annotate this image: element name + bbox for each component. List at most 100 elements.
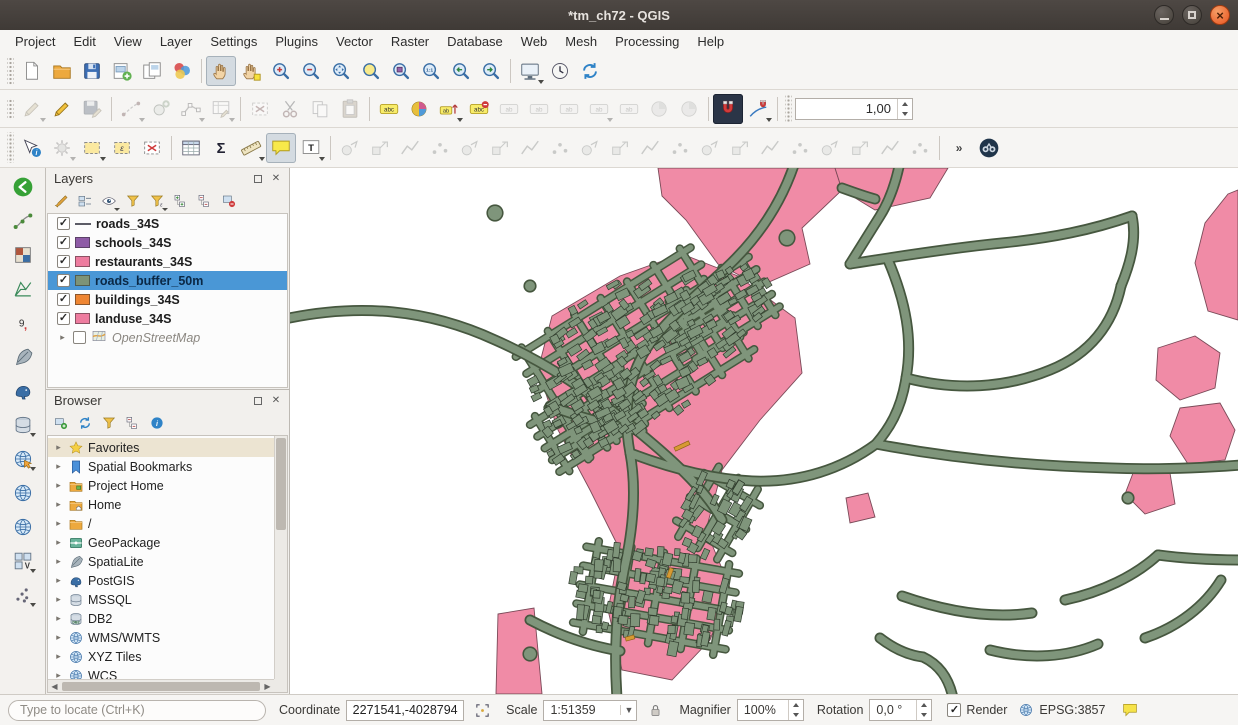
layer-item-roads_buffer_50m[interactable]: ✓roads_buffer_50m <box>48 271 287 290</box>
lock-scale-button[interactable] <box>645 700 666 721</box>
layer-visibility-checkbox[interactable]: ✓ <box>57 255 70 268</box>
toolbar-grip[interactable] <box>7 57 14 85</box>
collapse-all-button[interactable] <box>194 190 216 212</box>
expander-icon[interactable]: ▸ <box>57 332 68 343</box>
open-attribute-table-button[interactable] <box>176 133 206 163</box>
horizontal-scrollbar[interactable]: ◀ ▶ <box>48 679 274 692</box>
layer-visibility-checkbox[interactable]: ✓ <box>57 274 70 287</box>
add-delimited-text-layer-button[interactable]: 9, <box>9 309 37 337</box>
snapping-scale-spinbox[interactable]: 1,00 <box>795 98 913 120</box>
scrollbar-thumb[interactable] <box>276 438 286 530</box>
toolbar-grip[interactable] <box>7 98 14 120</box>
layer-visibility-checkbox[interactable]: ✓ <box>57 217 70 230</box>
menu-layer[interactable]: Layer <box>151 31 202 52</box>
pin-labels-button[interactable]: ab <box>434 94 464 124</box>
chevron-down-icon[interactable]: ▼ <box>620 705 636 715</box>
temporal-controller-button[interactable] <box>545 56 575 86</box>
expander-icon[interactable]: ▸ <box>53 556 64 567</box>
new-print-layout-button[interactable] <box>107 56 137 86</box>
layout-manager-button[interactable] <box>137 56 167 86</box>
filter-legend-button[interactable] <box>122 190 144 212</box>
crs-globe-icon[interactable] <box>1015 700 1036 721</box>
layer-item-landuse_34S[interactable]: ✓landuse_34S <box>48 309 287 328</box>
add-wfs-layer-button[interactable] <box>9 479 37 507</box>
menu-view[interactable]: View <box>105 31 151 52</box>
menu-plugins[interactable]: Plugins <box>266 31 327 52</box>
menu-mesh[interactable]: Mesh <box>556 31 606 52</box>
menu-processing[interactable]: Processing <box>606 31 688 52</box>
open-layer-styling-button[interactable] <box>50 190 72 212</box>
identify-features-button[interactable]: i <box>17 133 47 163</box>
manage-map-themes-button[interactable] <box>98 190 120 212</box>
toolbar-grip[interactable] <box>785 94 792 123</box>
layer-item-OpenStreetMap[interactable]: ▸OpenStreetMap <box>48 328 287 347</box>
expander-icon[interactable]: ▸ <box>53 480 64 491</box>
deselect-features-button[interactable] <box>137 133 167 163</box>
locate-input[interactable] <box>8 700 266 721</box>
minimize-button[interactable] <box>1154 5 1174 25</box>
expander-icon[interactable]: ▸ <box>53 461 64 472</box>
spin-up-button[interactable] <box>789 700 803 710</box>
spin-down-button[interactable] <box>917 710 931 720</box>
layer-visibility-checkbox[interactable]: ✓ <box>57 236 70 249</box>
layer-labeling-options-button[interactable]: abc <box>374 94 404 124</box>
scale-combo[interactable]: 1:51359 ▼ <box>543 700 637 721</box>
map-canvas[interactable] <box>290 168 1238 694</box>
menu-project[interactable]: Project <box>6 31 64 52</box>
render-checkbox[interactable]: ✓ Render <box>947 703 1007 717</box>
enable-snapping-button[interactable] <box>713 94 743 124</box>
select-by-expression-button[interactable]: ε <box>107 133 137 163</box>
collapse-all-browser-button[interactable] <box>122 412 144 434</box>
highlight-unplaced-labels-button[interactable]: abc <box>464 94 494 124</box>
browser-item--[interactable]: ▸/ <box>48 514 274 533</box>
zoom-next-button[interactable] <box>476 56 506 86</box>
browser-item-spatial-bookmarks[interactable]: ▸Spatial Bookmarks <box>48 457 274 476</box>
spin-down-button[interactable] <box>898 109 912 119</box>
layer-visibility-checkbox[interactable]: ✓ <box>57 312 70 325</box>
browser-item-project-home[interactable]: ▸Project Home <box>48 476 274 495</box>
browser-item-mssql[interactable]: ▸MSSQL <box>48 590 274 609</box>
expand-all-button[interactable] <box>170 190 192 212</box>
browser-item-home[interactable]: ▸Home <box>48 495 274 514</box>
refresh-browser-button[interactable] <box>74 412 96 434</box>
messages-button[interactable] <box>1119 700 1140 721</box>
expander-icon[interactable]: ▸ <box>53 594 64 605</box>
coordinate-input[interactable] <box>346 700 464 721</box>
magnifier-spinbox[interactable]: 100% <box>737 699 804 721</box>
expander-icon[interactable]: ▸ <box>53 537 64 548</box>
zoom-in-button[interactable] <box>266 56 296 86</box>
browser-item-xyz-tiles[interactable]: ▸XYZ Tiles <box>48 647 274 666</box>
expander-icon[interactable]: ▸ <box>53 670 64 679</box>
zoom-native-button[interactable]: 1:1 <box>416 56 446 86</box>
menu-edit[interactable]: Edit <box>64 31 104 52</box>
menu-raster[interactable]: Raster <box>382 31 438 52</box>
spin-down-button[interactable] <box>789 710 803 720</box>
layer-item-roads_34S[interactable]: ✓roads_34S <box>48 214 287 233</box>
scroll-left-arrow[interactable]: ◀ <box>48 682 61 691</box>
rotation-spinbox[interactable]: 0,0 ° <box>869 699 932 721</box>
add-oracle-layer-button[interactable] <box>9 411 37 439</box>
browser-item-wms-wmts[interactable]: ▸WMS/WMTS <box>48 628 274 647</box>
expander-icon[interactable]: ▸ <box>53 499 64 510</box>
menu-web[interactable]: Web <box>512 31 557 52</box>
menu-settings[interactable]: Settings <box>201 31 266 52</box>
toggle-editing-button[interactable] <box>47 94 77 124</box>
remove-layer-button[interactable] <box>218 190 240 212</box>
add-postgis-layer-button[interactable] <box>9 377 37 405</box>
statistical-summary-button[interactable]: Σ <box>206 133 236 163</box>
layer-visibility-checkbox[interactable] <box>73 331 86 344</box>
add-raster-layer-button[interactable] <box>9 241 37 269</box>
expander-icon[interactable]: ▸ <box>53 442 64 453</box>
zoom-to-selection-button[interactable] <box>356 56 386 86</box>
expander-icon[interactable]: ▸ <box>53 632 64 643</box>
style-manager-button[interactable] <box>167 56 197 86</box>
enable-tracing-button[interactable] <box>743 94 773 124</box>
scroll-right-arrow[interactable]: ▶ <box>261 682 274 691</box>
add-vector-layer-button[interactable] <box>9 207 37 235</box>
refresh-map-button[interactable] <box>575 56 605 86</box>
add-xyz-layer-button[interactable] <box>9 513 37 541</box>
menu-vector[interactable]: Vector <box>327 31 382 52</box>
add-vector-tile-layer-button[interactable]: V <box>9 547 37 575</box>
add-wms-layer-button[interactable] <box>9 445 37 473</box>
search-plugin-button[interactable] <box>974 133 1004 163</box>
